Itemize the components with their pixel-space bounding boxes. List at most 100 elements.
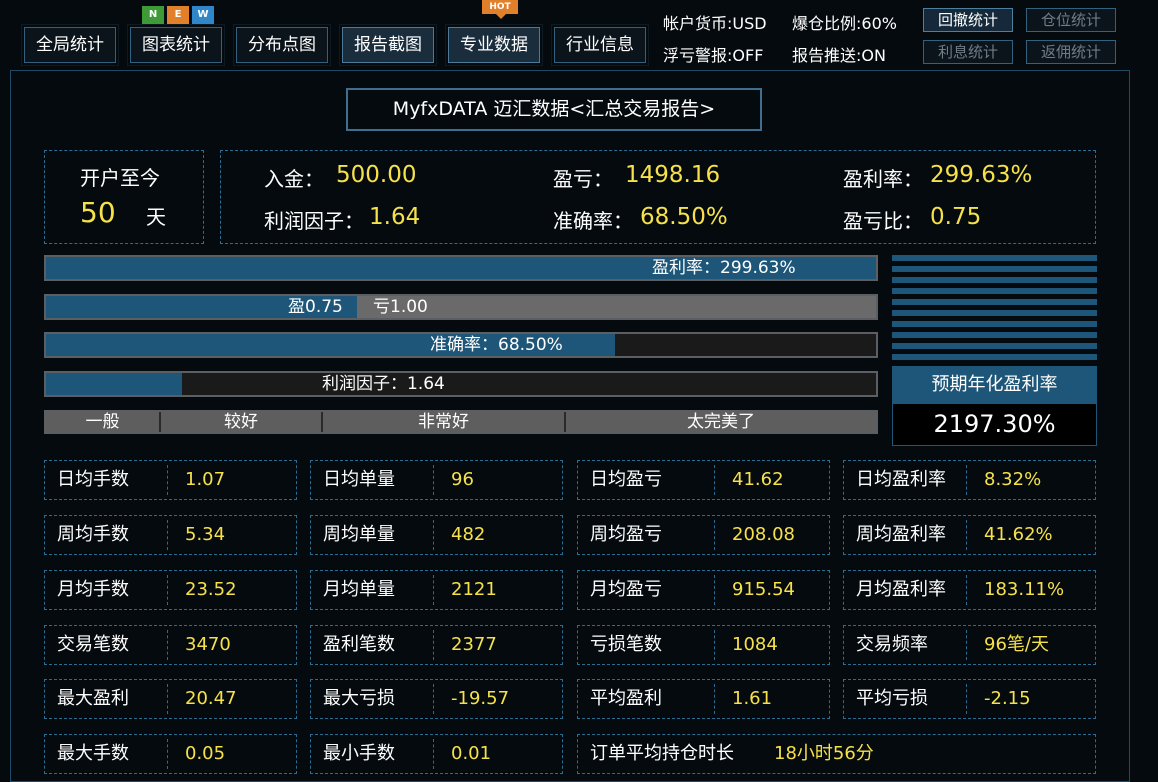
margin-call-ratio: 爆仓比例:60%: [792, 14, 897, 33]
new-badge-n: N: [142, 6, 164, 24]
stat-divider: [167, 575, 168, 605]
annual-meter-segment: [892, 332, 1097, 338]
stat-divider: [966, 684, 967, 714]
stat-divider: [966, 520, 967, 550]
stat-cell: 最大手数 0.05: [44, 734, 297, 774]
profit-factor-label: 利润因子：: [264, 209, 364, 233]
stat-label: 订单平均持仓时长: [590, 743, 734, 764]
stat-cell: 周均手数 5.34: [44, 515, 297, 555]
stat-divider: [167, 520, 168, 550]
tab-industry-info[interactable]: 行业信息: [551, 24, 649, 66]
new-badge-w: W: [192, 6, 214, 24]
profit-rate-label: 盈利率：: [843, 167, 923, 191]
stat-value: 183.11%: [984, 579, 1065, 600]
tab-pro-data[interactable]: 专业数据: [445, 24, 543, 66]
tab-chart-stats[interactable]: 图表统计: [127, 24, 225, 66]
stat-divider: [966, 575, 967, 605]
stat-cell: 周均单量 482: [310, 515, 563, 555]
stat-divider: [714, 465, 715, 495]
stat-value: 8.32%: [984, 469, 1042, 490]
accuracy-value: 68.50%: [640, 204, 728, 230]
tab-global-stats[interactable]: 全局统计: [21, 24, 119, 66]
account-currency: 帐户货币:USD: [663, 14, 767, 33]
stat-cell: 最大盈利 20.47: [44, 679, 297, 719]
top-navbar: 全局统计 N E W 图表统计 分布点图 报告截图 HOT 专业数据 行业信息 …: [0, 0, 1158, 70]
stat-cell: 平均亏损 -2.15: [843, 679, 1096, 719]
stat-label: 盈利笔数: [323, 634, 395, 655]
stat-label: 周均单量: [323, 524, 395, 545]
profit-factor-value: 1.64: [369, 204, 421, 230]
drawdown-stats-button[interactable]: 回撤统计: [923, 8, 1013, 32]
stat-cell: 周均盈亏 208.08: [577, 515, 830, 555]
stat-label: 周均盈利率: [856, 524, 946, 545]
stat-label: 交易笔数: [57, 634, 129, 655]
scale-level-4: 太完美了: [687, 412, 755, 432]
tab-report-screenshot[interactable]: 报告截图: [339, 24, 437, 66]
stat-label: 最大亏损: [323, 688, 395, 709]
stat-value: 0.05: [185, 743, 226, 764]
stat-divider: [167, 630, 168, 660]
stat-label: 日均盈利率: [856, 469, 946, 490]
stat-cell: 月均单量 2121: [310, 570, 563, 610]
stat-label: 日均手数: [57, 469, 129, 490]
stat-label: 月均手数: [57, 579, 129, 600]
stat-value: 2377: [451, 634, 497, 655]
stat-cell: 平均盈利 1.61: [577, 679, 830, 719]
stat-divider: [714, 630, 715, 660]
stat-divider: [433, 465, 434, 495]
stat-cell: 最小手数 0.01: [310, 734, 563, 774]
annual-meter-segment: [892, 321, 1097, 327]
stat-label: 最大手数: [57, 743, 129, 764]
accuracy-bar-text: 准确率：68.50%: [430, 335, 563, 355]
stat-label: 最小手数: [323, 743, 395, 764]
annual-meter-segment: [892, 354, 1097, 360]
annual-meter-segment: [892, 310, 1097, 316]
win-loss-ratio-label: 盈亏比：: [843, 209, 923, 233]
win-loss-ratio-value: 0.75: [930, 204, 982, 230]
annual-meter-segment: [892, 299, 1097, 305]
stat-divider: [966, 630, 967, 660]
accuracy-label: 准确率：: [553, 209, 633, 233]
stat-cell: 亏损笔数 1084: [577, 625, 830, 665]
interest-stats-button[interactable]: 利息统计: [923, 40, 1013, 64]
deposit-value: 500.00: [336, 162, 417, 188]
stat-divider: [433, 520, 434, 550]
stat-cell: 最大亏损 -19.57: [310, 679, 563, 719]
stat-value: 208.08: [732, 524, 795, 545]
stat-label: 日均单量: [323, 469, 395, 490]
win-loss-bar: 盈0.75 亏1.00: [44, 294, 878, 320]
deposit-label: 入金：: [264, 167, 324, 191]
stat-label: 周均盈亏: [590, 524, 662, 545]
stat-divider: [167, 465, 168, 495]
stat-cell: 月均盈亏 915.54: [577, 570, 830, 610]
accuracy-bar: 准确率：68.50%: [44, 332, 878, 358]
stat-label: 平均亏损: [856, 688, 928, 709]
stat-cell: 周均盈利率 41.62%: [843, 515, 1096, 555]
stat-value: 96: [451, 469, 474, 490]
stat-value: 41.62%: [984, 524, 1053, 545]
stat-divider: [433, 630, 434, 660]
profit-factor-bar-text: 利润因子：1.64: [322, 374, 445, 394]
rebate-stats-button[interactable]: 返佣统计: [1026, 40, 1116, 64]
profit-rate-bar-text: 盈利率：299.63%: [652, 258, 796, 278]
stat-value: 0.01: [451, 743, 492, 764]
report-push: 报告推送:ON: [792, 46, 886, 65]
pnl-label: 盈亏：: [553, 167, 613, 191]
annual-meter-segment: [892, 288, 1097, 294]
days-value: 50: [80, 196, 116, 229]
stat-value: 96笔/天: [984, 634, 1049, 655]
stat-cell: 日均盈亏 41.62: [577, 460, 830, 500]
days-unit: 天: [146, 205, 166, 229]
stat-label: 月均盈利率: [856, 579, 946, 600]
position-stats-button[interactable]: 仓位统计: [1026, 8, 1116, 32]
stat-label: 月均单量: [323, 579, 395, 600]
pnl-value: 1498.16: [625, 162, 721, 188]
stat-divider: [167, 739, 168, 769]
stat-cell: 交易频率 96笔/天: [843, 625, 1096, 665]
stat-label: 交易频率: [856, 634, 928, 655]
tab-distribution-plot[interactable]: 分布点图: [233, 24, 331, 66]
stat-divider: [714, 520, 715, 550]
stat-value: -2.15: [984, 688, 1031, 709]
stat-cell: 日均盈利率 8.32%: [843, 460, 1096, 500]
profit-factor-bar-fill: [46, 373, 183, 395]
